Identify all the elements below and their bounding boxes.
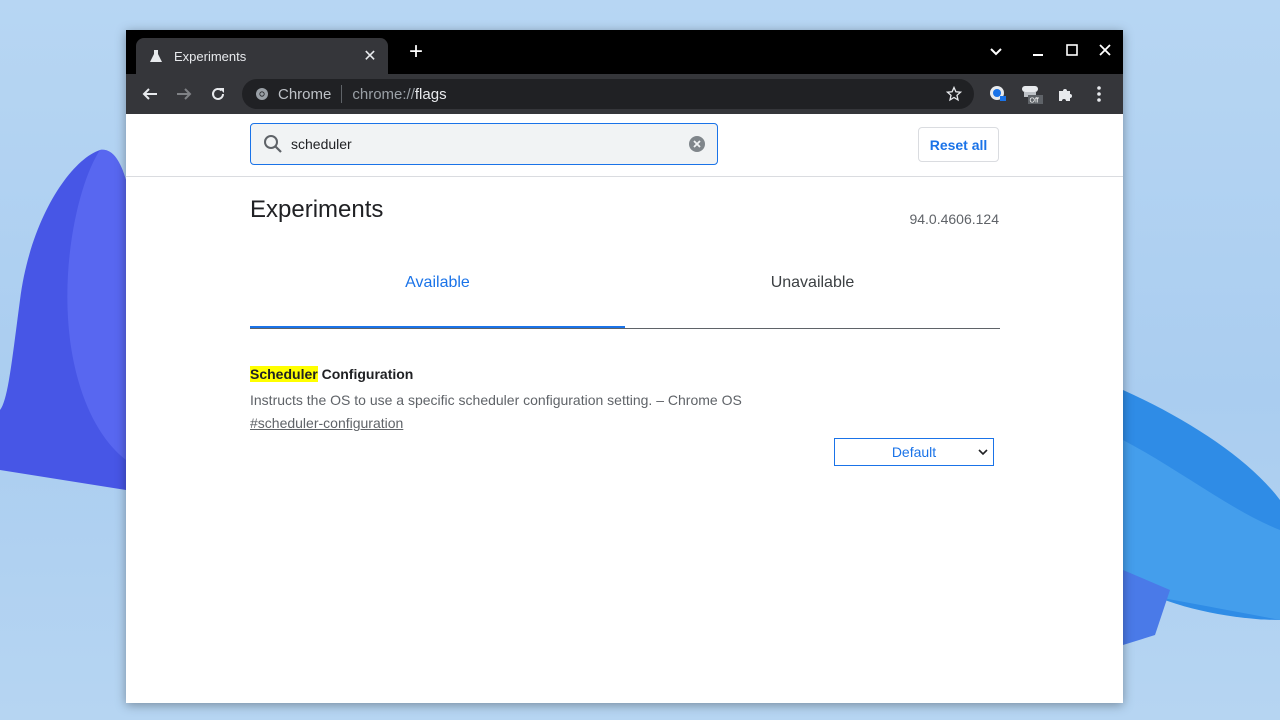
puzzle-extensions-icon[interactable] (1053, 82, 1077, 106)
new-tab-button[interactable]: + (404, 40, 428, 64)
flag-title-rest: Configuration (317, 366, 414, 382)
omnibox[interactable]: Chrome chrome://flags (242, 79, 974, 109)
reset-all-button[interactable]: Reset all (918, 127, 999, 162)
back-arrow-icon[interactable] (138, 82, 162, 106)
clear-search-icon[interactable] (687, 134, 707, 154)
omnibox-url-path: flags (414, 85, 447, 103)
version-label: 94.0.4606.124 (909, 211, 999, 227)
flag-option-select[interactable]: Default (834, 438, 994, 466)
chrome-logo-icon (254, 86, 270, 102)
minimize-icon[interactable] (1026, 40, 1050, 64)
tab-strip: Experiments ✕ + (126, 30, 1123, 74)
close-window-icon[interactable] (1093, 40, 1117, 64)
forward-arrow-icon[interactable] (172, 82, 196, 106)
browser-tab[interactable]: Experiments ✕ (136, 38, 388, 74)
browser-window: Experiments ✕ + Chrome chrome:// flags O… (126, 30, 1123, 703)
reload-icon[interactable] (206, 82, 230, 106)
omnibox-url-scheme: chrome:// (352, 85, 415, 103)
bookmark-star-icon[interactable] (944, 84, 964, 104)
search-icon (263, 134, 283, 154)
flag-title: Scheduler Configuration (250, 366, 1000, 382)
maximize-icon[interactable] (1060, 40, 1084, 64)
omnibox-site-label: Chrome (278, 85, 332, 103)
tab-search-icon[interactable] (984, 40, 1008, 64)
tab-title: Experiments (174, 48, 247, 64)
password-manager-icon[interactable] (986, 82, 1010, 106)
close-tab-icon[interactable]: ✕ (358, 46, 382, 66)
extension-off-icon[interactable]: Off (1020, 82, 1044, 106)
search-header: Reset all (126, 114, 1123, 177)
menu-kebab-icon[interactable] (1087, 82, 1111, 106)
tab-unavailable[interactable]: Unavailable (625, 266, 1000, 326)
flag-permalink[interactable]: #scheduler-configuration (250, 415, 403, 431)
tab-available[interactable]: Available (250, 266, 625, 328)
search-input[interactable] (291, 129, 687, 159)
flask-icon (148, 48, 164, 64)
flags-tabs: Available Unavailable (250, 266, 1000, 329)
chevron-down-icon (978, 449, 988, 456)
svg-text:Off: Off (1030, 98, 1039, 105)
flag-selected-option: Default (891, 444, 937, 460)
wallpaper-shape-left (0, 149, 126, 490)
flag-title-highlight: Scheduler (250, 366, 318, 382)
omnibox-divider (341, 85, 343, 103)
browser-toolbar: Chrome chrome://flags Off (126, 74, 1123, 114)
wallpaper-shape-right (1123, 390, 1280, 645)
flag-description: Instructs the OS to use a specific sched… (250, 392, 742, 408)
flag-entry: Scheduler Configuration Instructs the OS… (250, 366, 1000, 433)
search-box[interactable] (250, 123, 718, 165)
flags-page: Reset all Experiments 94.0.4606.124 Avai… (126, 114, 1123, 703)
page-title: Experiments (250, 196, 384, 223)
